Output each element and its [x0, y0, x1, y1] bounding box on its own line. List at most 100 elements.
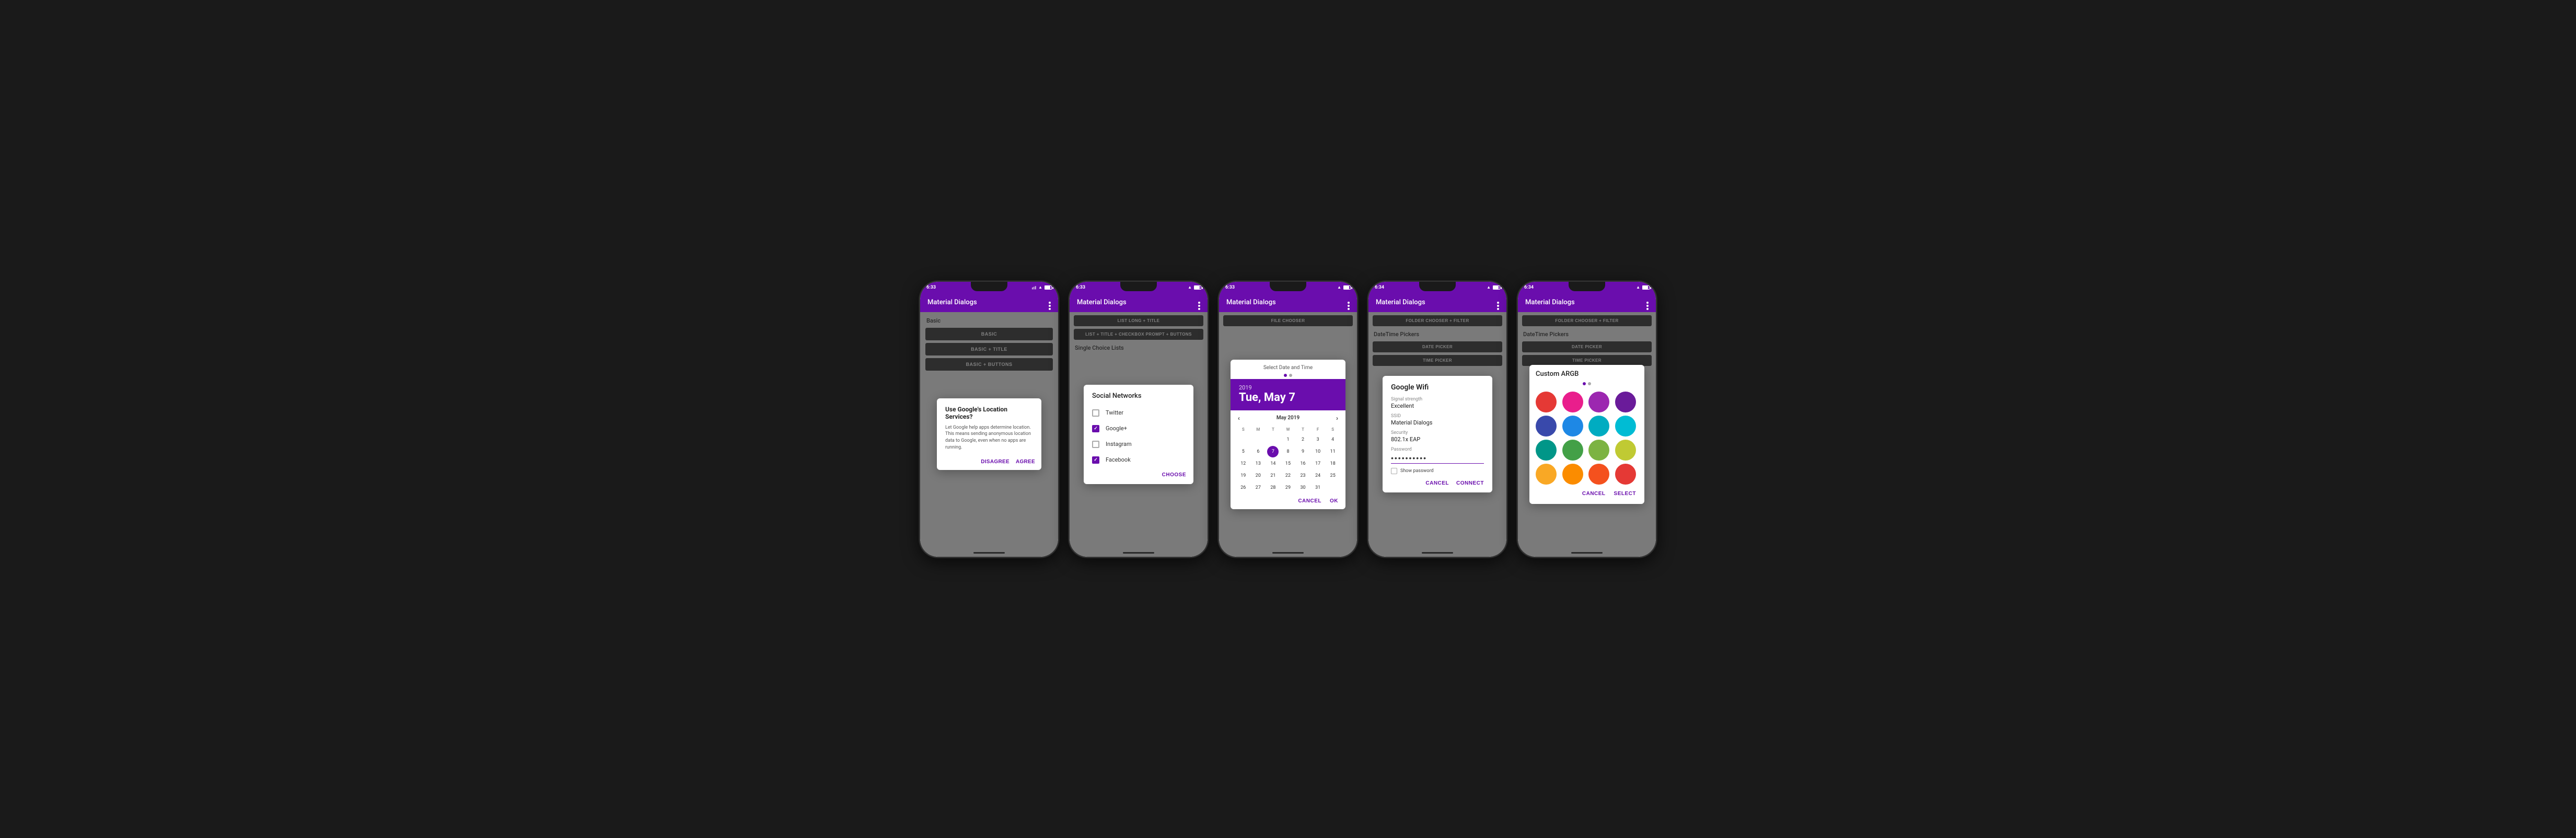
color-dot-2 — [1588, 382, 1591, 385]
color-deep-orange[interactable] — [1588, 464, 1609, 485]
color-picker-title: Custom ARGB — [1536, 370, 1638, 378]
phone-5: 6:34 ▲ Material Dialogs FOLDER CHOOSER +… — [1517, 281, 1657, 558]
app-bar-3: Material Dialogs — [1219, 293, 1357, 312]
label-instagram: Instagram — [1106, 441, 1132, 447]
cal-next[interactable]: › — [1336, 415, 1338, 422]
app-bar-2: Material Dialogs — [1070, 293, 1208, 312]
screen-4: FOLDER CHOOSER + FILTER DateTime Pickers… — [1368, 312, 1506, 557]
time-3: 6:33 — [1225, 285, 1235, 290]
color-select-btn[interactable]: SELECT — [1614, 491, 1636, 497]
color-indigo[interactable] — [1536, 416, 1557, 437]
app-title-5: Material Dialogs — [1525, 299, 1575, 306]
dialog-body-1: Let Google help apps determine location.… — [937, 424, 1041, 456]
wifi-title: Google Wifi — [1391, 383, 1484, 392]
color-cyan[interactable] — [1615, 416, 1636, 437]
color-green[interactable] — [1562, 440, 1583, 461]
agree-btn[interactable]: AGREE — [1016, 459, 1035, 465]
cal-month: May 2019 — [1277, 415, 1299, 421]
network-icon-2: ▲ — [1188, 285, 1192, 290]
color-orange[interactable] — [1562, 464, 1583, 485]
show-password-checkbox[interactable] — [1391, 468, 1397, 474]
wifi-ssid-field: SSID Material Dialogs — [1391, 414, 1484, 426]
date-year: 2019 — [1239, 384, 1337, 391]
wifi-cancel-btn[interactable]: CANCEL — [1425, 480, 1449, 486]
dialog-overlay-5: Custom ARGB — [1518, 312, 1656, 557]
color-pink[interactable] — [1562, 392, 1583, 412]
date-picker-dialog: Select Date and Time 2019 Tue, May 7 ‹ M… — [1231, 360, 1345, 509]
menu-icon-4[interactable] — [1497, 302, 1499, 304]
app-title-4: Material Dialogs — [1376, 299, 1425, 306]
date-day: Tue, May 7 — [1239, 391, 1337, 404]
time-4: 6:34 — [1375, 285, 1384, 290]
color-teal[interactable] — [1588, 416, 1609, 437]
cal-week-1: 1 2 3 4 — [1236, 434, 1340, 446]
battery-icon — [1045, 285, 1052, 290]
date-picker-actions: CANCEL OK — [1231, 494, 1345, 509]
network-icon-5: ▲ — [1636, 285, 1640, 290]
checkbox-facebook[interactable] — [1092, 456, 1099, 464]
cal-week-4: 19 20 21 22 23 24 25 — [1236, 470, 1340, 482]
screen-3: FILE CHOOSER Select Date and Time 2019 T… — [1219, 312, 1357, 557]
color-lime[interactable] — [1615, 440, 1636, 461]
menu-icon-3[interactable] — [1348, 302, 1350, 304]
label-facebook: Facebook — [1106, 456, 1131, 463]
battery-icon-3 — [1343, 285, 1351, 290]
location-dialog: Use Google's Location Services? Let Goog… — [937, 398, 1041, 470]
choice-item-facebook: Facebook — [1084, 452, 1193, 468]
cal-days-header: S M T W T F S — [1236, 426, 1340, 433]
wifi-connect-btn[interactable]: CONNECT — [1456, 480, 1484, 486]
phone-4: 6:34 ▲ Material Dialogs FOLDER CHOOSER +… — [1367, 281, 1507, 558]
menu-icon-1[interactable] — [1049, 302, 1051, 304]
network-icon-4: ▲ — [1487, 285, 1491, 290]
disagree-btn[interactable]: DISAGREE — [981, 459, 1009, 465]
time-5: 6:34 — [1524, 285, 1534, 290]
color-cancel-btn[interactable]: CANCEL — [1582, 491, 1606, 497]
app-bar-4: Material Dialogs — [1368, 293, 1506, 312]
choose-button[interactable]: CHOOSE — [1162, 472, 1186, 478]
color-picker-area: Custom ARGB — [1529, 365, 1644, 504]
social-networks-dialog: Social Networks Twitter Google+ Instagra… — [1084, 385, 1193, 484]
date-cancel-btn[interactable]: CANCEL — [1298, 498, 1321, 504]
battery-icon-5 — [1642, 285, 1650, 290]
cal-week-2: 5 6 7 8 9 10 11 — [1236, 446, 1340, 458]
checkbox-google[interactable] — [1092, 425, 1099, 432]
color-red-2[interactable] — [1615, 464, 1636, 485]
time-1: 6:33 — [926, 285, 936, 290]
label-twitter: Twitter — [1106, 409, 1123, 416]
menu-icon-2[interactable] — [1198, 302, 1200, 304]
checkbox-twitter[interactable] — [1092, 409, 1099, 417]
checkbox-instagram[interactable] — [1092, 441, 1099, 448]
color-green-teal[interactable] — [1536, 440, 1557, 461]
battery-icon-4 — [1493, 285, 1500, 290]
date-picker-title: Select Date and Time — [1231, 360, 1345, 373]
color-deep-purple[interactable] — [1615, 392, 1636, 412]
wifi-signal-field: Signal strength Excellent — [1391, 397, 1484, 409]
wifi-password-input[interactable] — [1391, 453, 1484, 464]
color-red[interactable] — [1536, 392, 1557, 412]
date-ok-btn[interactable]: OK — [1330, 498, 1338, 504]
wifi-password-field: Password — [1391, 447, 1484, 464]
screen-5: FOLDER CHOOSER + FILTER DateTime Pickers… — [1518, 312, 1656, 557]
dialog-overlay-1: Use Google's Location Services? Let Goog… — [920, 312, 1058, 557]
phones-container: 6:33 ▲ Material Dialogs Basic BASIC BASI… — [919, 281, 1657, 558]
dialog-title-1: Use Google's Location Services? — [937, 398, 1041, 424]
color-light-green[interactable] — [1588, 440, 1609, 461]
screen-1: Basic BASIC BASIC + TITLE BASIC + BUTTON… — [920, 312, 1058, 557]
color-yellow[interactable] — [1536, 464, 1557, 485]
wifi-ssid-value: Material Dialogs — [1391, 419, 1484, 426]
phone-2: 6:33 ▲ Material Dialogs LIST LONG + TITL… — [1069, 281, 1209, 558]
wifi-actions: CANCEL CONNECT — [1391, 480, 1484, 486]
cal-week-3: 12 13 14 15 16 17 18 — [1236, 458, 1340, 470]
cal-prev[interactable]: ‹ — [1238, 415, 1240, 422]
wifi-password-label: Password — [1391, 447, 1484, 452]
color-blue[interactable] — [1562, 416, 1583, 437]
color-actions: CANCEL SELECT — [1536, 487, 1638, 499]
color-dot-1 — [1583, 382, 1586, 385]
app-bar-5: Material Dialogs — [1518, 293, 1656, 312]
dot-1 — [1284, 374, 1287, 377]
app-title-2: Material Dialogs — [1077, 299, 1127, 306]
menu-icon-5[interactable] — [1646, 302, 1649, 304]
phone-1: 6:33 ▲ Material Dialogs Basic BASIC BASI… — [919, 281, 1059, 558]
color-purple[interactable] — [1588, 392, 1609, 412]
network-icon-3: ▲ — [1337, 285, 1341, 290]
